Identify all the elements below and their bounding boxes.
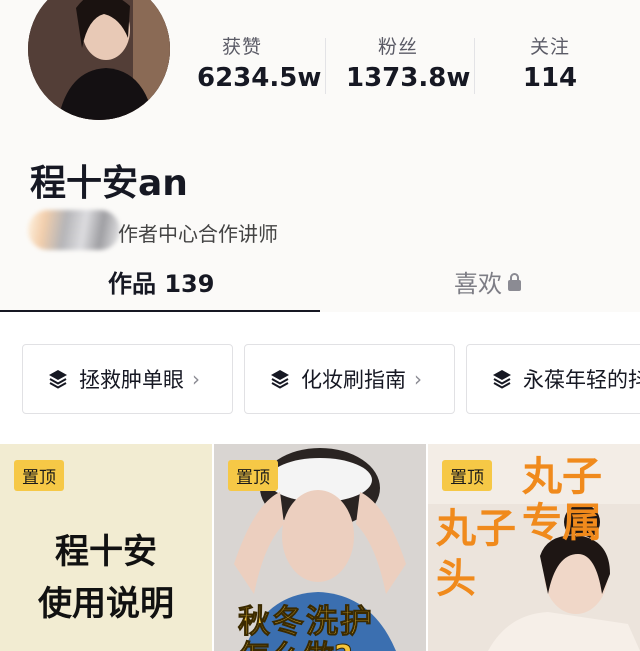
collection-chip[interactable]: 永葆年轻的抖 [466, 344, 640, 414]
video-title-line2: 使用说明 [38, 584, 174, 624]
collection-chip[interactable]: 拯救肿单眼 › [22, 344, 233, 414]
avatar[interactable] [28, 0, 170, 120]
video-caption-line2: 丸子 [436, 506, 516, 552]
collection-label: 化妆刷指南 [301, 368, 406, 392]
pinned-badge: 置顶 [14, 460, 64, 491]
tab-likes-label: 喜欢 [454, 270, 502, 298]
layers-icon [49, 370, 67, 389]
pinned-badge: 置顶 [228, 460, 278, 491]
stat-following[interactable]: 关注 114 [510, 32, 590, 93]
video-caption-line1: 丸子专属 [522, 454, 602, 546]
avatar-photo [28, 0, 170, 120]
collection-label: 永葆年轻的抖 [523, 368, 640, 392]
video-caption-line3: 头 [436, 556, 476, 602]
certification-text: 作者中心合作讲师 [118, 222, 278, 246]
collection-label: 拯救肿单眼 [79, 368, 184, 392]
pinned-badge: 置顶 [442, 460, 492, 491]
blurred-badge [28, 210, 120, 250]
stat-likes-value: 6234.5w [197, 63, 322, 93]
video-title-line1: 程十安 [55, 532, 157, 572]
layers-icon [493, 370, 511, 389]
stat-following-label: 关注 [529, 36, 570, 58]
stat-divider [325, 38, 326, 94]
stat-likes-label: 获赞 [221, 36, 262, 58]
stat-following-value: 114 [522, 63, 578, 93]
stat-followers-label: 粉丝 [377, 36, 418, 58]
stat-followers-value: 1373.8w [346, 63, 471, 93]
video-caption-line2: 怎么做? [238, 632, 354, 651]
video-tile[interactable]: 置顶 程十安 使用说明 [0, 444, 212, 651]
tab-works[interactable]: 作品 139 [108, 264, 214, 299]
chevron-right-icon: › [192, 367, 200, 391]
profile-header: 获赞 6234.5w 粉丝 1373.8w 关注 114 程十安an 作者中心合… [0, 0, 640, 314]
layers-icon [271, 370, 289, 389]
collections-row: 拯救肿单眼 › 化妆刷指南 › 永葆年轻的抖 [0, 312, 640, 432]
video-tile[interactable]: 置顶 丸子专属 丸子 头 [428, 444, 640, 651]
collection-chip[interactable]: 化妆刷指南 › [244, 344, 455, 414]
lock-icon [508, 273, 521, 291]
video-grid: 置顶 程十安 使用说明 置顶 秋冬洗护 怎么做? 置顶 丸子专属 丸子 头 [0, 444, 640, 651]
profile-name: 程十安an [30, 163, 188, 204]
tab-likes[interactable]: 喜欢 [454, 264, 521, 299]
chevron-right-icon: › [414, 367, 422, 391]
stat-followers[interactable]: 粉丝 1373.8w [346, 32, 471, 93]
stats-bar: 获赞 6234.5w 粉丝 1373.8w 关注 114 [180, 32, 640, 102]
video-tile[interactable]: 置顶 秋冬洗护 怎么做? [214, 444, 426, 651]
profile-tabs: 作品 139 喜欢 [0, 258, 640, 314]
stat-divider [474, 38, 475, 94]
stat-likes[interactable]: 获赞 6234.5w [197, 32, 322, 93]
